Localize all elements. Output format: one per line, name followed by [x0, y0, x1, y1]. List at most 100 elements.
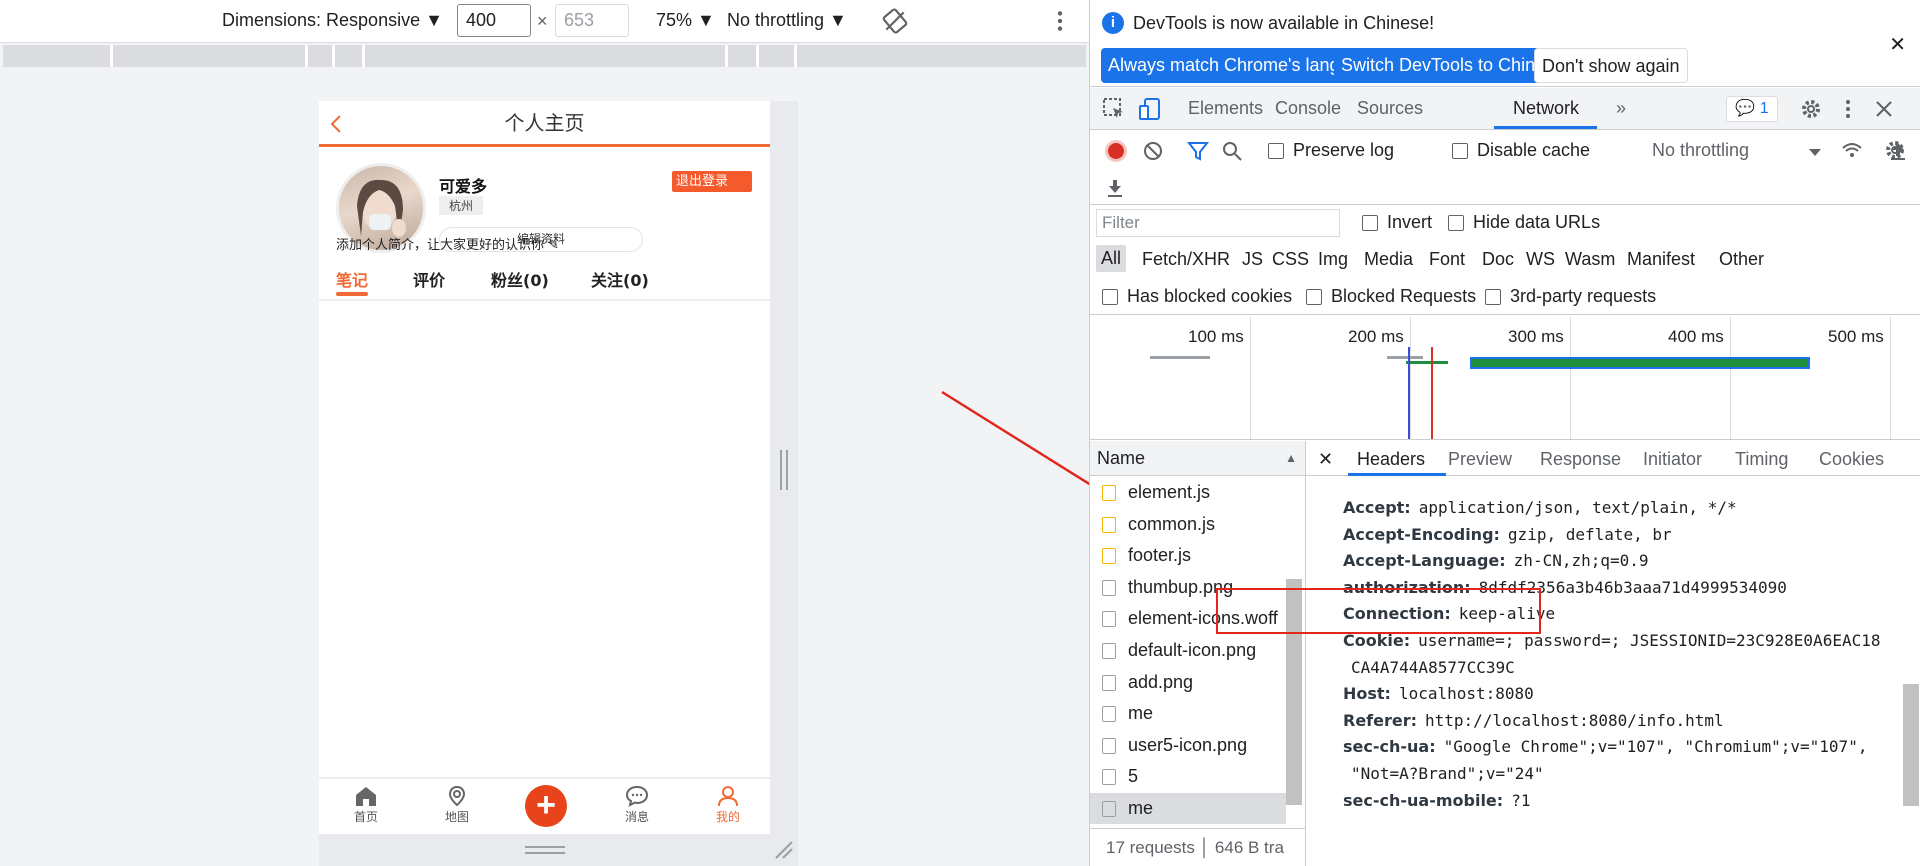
- tab-response[interactable]: Response: [1540, 449, 1621, 470]
- type-fetch-xhr[interactable]: Fetch/XHR: [1142, 249, 1230, 270]
- type-js[interactable]: JS: [1242, 249, 1263, 270]
- header-value[interactable]: CA4A744A8577CC39C: [1351, 658, 1515, 677]
- tab-sources[interactable]: Sources: [1357, 98, 1423, 119]
- media-query-ruler[interactable]: [3, 45, 1086, 67]
- type-css[interactable]: CSS: [1272, 249, 1309, 270]
- nav-map[interactable]: 地图: [432, 785, 482, 825]
- hide-data-urls-checkbox[interactable]: Hide data URLs: [1448, 212, 1600, 233]
- has-blocked-cookies-checkbox[interactable]: Has blocked cookies: [1102, 286, 1292, 307]
- rotate-icon[interactable]: [882, 8, 908, 34]
- tab-initiator[interactable]: Initiator: [1643, 449, 1702, 470]
- type-manifest[interactable]: Manifest: [1627, 249, 1695, 270]
- type-media[interactable]: Media: [1364, 249, 1413, 270]
- tab-notes[interactable]: 笔记: [336, 267, 368, 291]
- nav-home[interactable]: 首页: [341, 785, 391, 825]
- request-row[interactable]: me: [1090, 698, 1286, 729]
- close-detail-icon[interactable]: ✕: [1318, 449, 1333, 470]
- request-row[interactable]: 5: [1090, 761, 1286, 792]
- network-conditions-icon[interactable]: [1840, 139, 1864, 163]
- clear-icon[interactable]: [1141, 139, 1165, 163]
- filter-icon[interactable]: [1186, 139, 1210, 163]
- tab-console[interactable]: Console: [1275, 98, 1341, 119]
- type-wasm[interactable]: Wasm: [1565, 249, 1615, 270]
- request-row[interactable]: common.js: [1090, 509, 1286, 540]
- nav-me-label: 我的: [715, 810, 740, 824]
- request-row[interactable]: add.png: [1090, 667, 1286, 698]
- header-value[interactable]: "Not=A?Brand";v="24": [1351, 764, 1544, 783]
- header-value[interactable]: ?1: [1511, 791, 1530, 810]
- settings-gear-icon[interactable]: [1799, 97, 1823, 121]
- disable-cache-checkbox[interactable]: Disable cache: [1452, 140, 1590, 161]
- height-input[interactable]: 653: [555, 4, 629, 37]
- header-value[interactable]: gzip, deflate, br: [1508, 525, 1672, 544]
- throttling-dropdown[interactable]: No throttling ▼: [727, 10, 847, 31]
- width-input[interactable]: 400: [457, 4, 531, 37]
- tab-headers[interactable]: Headers: [1357, 449, 1425, 470]
- issues-badge[interactable]: 💬 1: [1726, 96, 1778, 122]
- network-settings-gear-icon[interactable]: [1883, 138, 1907, 162]
- tab-cookies[interactable]: Cookies: [1819, 449, 1884, 470]
- filter-input[interactable]: Filter: [1096, 209, 1340, 237]
- tab-preview[interactable]: Preview: [1448, 449, 1512, 470]
- header-value[interactable]: http://localhost:8080/info.html: [1425, 711, 1724, 730]
- type-font[interactable]: Font: [1429, 249, 1465, 270]
- type-ws[interactable]: WS: [1526, 249, 1555, 270]
- tab-followers[interactable]: 粉丝(0): [491, 267, 549, 291]
- type-doc[interactable]: Doc: [1482, 249, 1514, 270]
- header-value[interactable]: zh-CN,zh;q=0.9: [1514, 551, 1649, 570]
- type-all[interactable]: All: [1096, 245, 1127, 272]
- tab-timing[interactable]: Timing: [1735, 449, 1788, 470]
- third-party-checkbox[interactable]: 3rd-party requests: [1485, 286, 1656, 307]
- record-icon[interactable]: [1105, 140, 1127, 162]
- request-row[interactable]: user5-icon.png: [1090, 730, 1286, 761]
- tab-network[interactable]: Network: [1513, 98, 1579, 119]
- network-overview-timeline[interactable]: 100 ms 200 ms 300 ms 400 ms 500 ms: [1090, 317, 1920, 440]
- tab-elements[interactable]: Elements: [1188, 98, 1263, 119]
- blocked-requests-label: Blocked Requests: [1331, 286, 1477, 306]
- download-har-icon[interactable]: [1103, 175, 1127, 199]
- type-other[interactable]: Other: [1719, 249, 1764, 270]
- invert-checkbox[interactable]: Invert: [1362, 212, 1432, 233]
- dont-show-again-button[interactable]: Don't show again: [1534, 48, 1688, 83]
- kebab-menu-icon[interactable]: [1836, 97, 1860, 121]
- header-value[interactable]: application/json, text/plain, */*: [1419, 498, 1737, 517]
- times-sign: ×: [537, 11, 548, 31]
- height-resize-handle[interactable]: [525, 846, 565, 854]
- header-value[interactable]: "Google Chrome";v="107", "Chromium";v="1…: [1444, 737, 1868, 756]
- corner-resize-icon[interactable]: [774, 840, 794, 860]
- more-tabs-button[interactable]: »: [1616, 98, 1626, 119]
- back-arrow-icon[interactable]: [328, 113, 346, 135]
- header-value[interactable]: localhost:8080: [1399, 684, 1534, 703]
- more-options-icon[interactable]: [1052, 8, 1068, 34]
- detail-scrollbar-thumb[interactable]: [1903, 684, 1919, 806]
- logout-button[interactable]: 退出登录: [672, 171, 752, 192]
- network-throttling-dropdown[interactable]: No throttling: [1652, 140, 1749, 161]
- chevron-down-icon[interactable]: [1808, 141, 1822, 165]
- name-column-header[interactable]: Name ▲: [1090, 441, 1305, 476]
- search-icon[interactable]: [1220, 139, 1244, 163]
- width-resize-handle[interactable]: [780, 450, 788, 490]
- nav-me[interactable]: 我的: [703, 785, 753, 825]
- close-icon[interactable]: ✕: [1889, 32, 1906, 57]
- dimensions-dropdown[interactable]: Dimensions: Responsive ▼: [222, 10, 443, 31]
- request-row[interactable]: element.js: [1090, 477, 1286, 508]
- network-toolbar: Preserve log Disable cache No throttling: [1090, 131, 1920, 205]
- bio-text[interactable]: 添加个人简介，让大家更好的认识你 ✎: [336, 234, 559, 253]
- preserve-log-checkbox[interactable]: Preserve log: [1268, 140, 1394, 161]
- device-toggle-icon[interactable]: [1138, 97, 1162, 121]
- inspect-element-icon[interactable]: [1102, 97, 1126, 121]
- doc-file-icon: [1102, 801, 1116, 817]
- request-row[interactable]: default-icon.png: [1090, 635, 1286, 666]
- type-img[interactable]: Img: [1318, 249, 1348, 270]
- header-row: Accept-Language: zh-CN,zh;q=0.9: [1343, 551, 1649, 570]
- blocked-requests-checkbox[interactable]: Blocked Requests: [1306, 286, 1476, 307]
- tab-reviews[interactable]: 评价: [413, 267, 445, 291]
- dom-content-loaded-line: [1408, 347, 1410, 439]
- nav-messages[interactable]: 消息: [612, 785, 662, 825]
- request-row[interactable]: me: [1090, 793, 1286, 824]
- close-devtools-icon[interactable]: [1872, 97, 1896, 121]
- zoom-dropdown[interactable]: 75% ▼: [656, 10, 715, 31]
- add-post-button[interactable]: +: [525, 785, 567, 827]
- tab-following[interactable]: 关注(0): [591, 267, 649, 291]
- request-row[interactable]: footer.js: [1090, 540, 1286, 571]
